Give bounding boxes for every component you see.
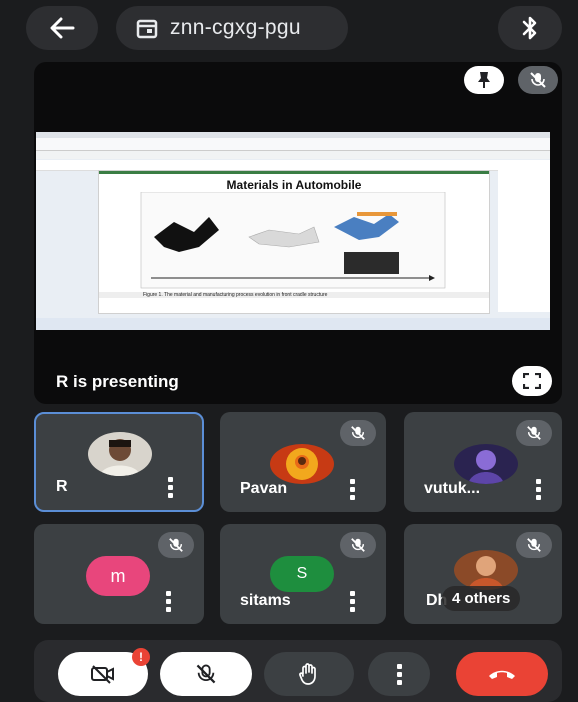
avatar <box>454 550 518 590</box>
others-count-label: 4 others <box>442 586 521 611</box>
participant-tile[interactable]: R <box>34 412 204 512</box>
slide: Materials in Automobile Figure 1. The ma… <box>98 170 490 314</box>
others-tile[interactable]: Dh 4 others <box>404 524 562 624</box>
mic-off-icon <box>527 426 541 440</box>
more-options-button[interactable] <box>350 479 356 500</box>
mic-off-icon <box>530 72 546 88</box>
mic-off-badge <box>340 532 376 558</box>
hand-icon <box>299 663 316 685</box>
mic-off-icon <box>351 426 365 440</box>
participant-tile[interactable]: Pavan <box>220 412 386 512</box>
mic-off-icon <box>351 538 365 552</box>
participant-name: R <box>56 478 68 495</box>
fullscreen-icon <box>523 373 541 389</box>
arrow-left-icon <box>50 17 75 39</box>
browser-toolbar <box>36 138 550 151</box>
participant-tile[interactable]: m <box>34 524 204 624</box>
more-vert-icon <box>396 663 402 685</box>
camera-off-icon <box>91 665 114 684</box>
participant-name: Pavan <box>240 480 288 497</box>
mic-off-icon <box>196 664 216 684</box>
fullscreen-button[interactable] <box>512 366 552 396</box>
avatar <box>88 432 152 476</box>
more-options-button[interactable] <box>536 479 542 500</box>
participant-tile[interactable]: S sitams <box>220 524 386 624</box>
presenting-label: R is presenting <box>56 372 179 391</box>
avatar-initial: S <box>270 556 334 592</box>
avatar <box>454 444 518 484</box>
slide-caption: Figure 1. The material and manufacturing… <box>99 292 489 298</box>
more-options-button[interactable] <box>168 477 174 498</box>
slide-figure <box>140 192 446 289</box>
more-options-button[interactable] <box>166 591 172 612</box>
avatar-initial: m <box>86 556 150 596</box>
presenter-mic-muted <box>518 66 558 94</box>
more-options-menu-button[interactable] <box>368 652 430 696</box>
meeting-info-button[interactable]: znn-cgxg-pgu <box>116 6 348 50</box>
calendar-icon <box>136 19 158 39</box>
pin-button[interactable] <box>464 66 504 94</box>
avatar <box>270 444 334 484</box>
more-options-button[interactable] <box>350 591 356 612</box>
shared-screen: Materials in Automobile Figure 1. The ma… <box>36 132 550 330</box>
taskbar <box>36 318 550 330</box>
right-panel <box>498 170 550 312</box>
mic-off-badge <box>340 420 376 446</box>
bluetooth-icon <box>522 16 537 40</box>
participant-name: vutuk... <box>424 480 481 497</box>
camera-warning-badge: ! <box>132 648 150 666</box>
mic-off-badge <box>516 532 552 558</box>
hang-up-icon <box>489 670 515 679</box>
bookmarks-bar <box>36 151 550 159</box>
end-call-button[interactable] <box>456 652 548 696</box>
participant-name: sitams <box>240 592 291 609</box>
participant-tile[interactable]: vutuk... <box>404 412 562 512</box>
mic-toggle-button[interactable] <box>160 652 252 696</box>
raise-hand-button[interactable] <box>264 652 354 696</box>
pin-icon <box>478 72 490 88</box>
mic-off-badge <box>516 420 552 446</box>
slide-title: Materials in Automobile <box>226 178 362 192</box>
back-button[interactable] <box>26 6 98 50</box>
mic-off-icon <box>169 538 183 552</box>
meeting-code: znn-cgxg-pgu <box>170 16 301 39</box>
mic-off-icon <box>527 538 541 552</box>
mic-off-badge <box>158 532 194 558</box>
audio-output-button[interactable] <box>498 6 562 50</box>
